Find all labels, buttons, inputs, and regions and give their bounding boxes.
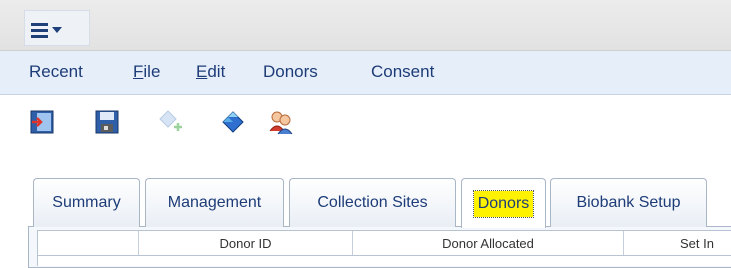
column-header-set-in[interactable]: Set In xyxy=(624,231,731,255)
hamburger-menu-icon xyxy=(31,23,48,41)
main-menu-button[interactable] xyxy=(24,10,90,46)
menu-donors[interactable]: Donors xyxy=(263,62,318,82)
column-header-donor-allocated[interactable]: Donor Allocated xyxy=(353,231,624,255)
menu-bar: Recent File Edit Donors Consent xyxy=(0,51,731,95)
add-diamond-icon xyxy=(159,110,182,131)
users-button[interactable] xyxy=(268,109,294,135)
column-header-select[interactable] xyxy=(38,231,139,255)
toolbar xyxy=(0,95,731,155)
save-floppy-icon xyxy=(95,110,119,134)
exit-button[interactable] xyxy=(29,109,55,135)
top-bar xyxy=(0,0,731,51)
grid-body xyxy=(37,256,731,266)
menu-consent[interactable]: Consent xyxy=(371,62,434,82)
tab-donors-label: Donors xyxy=(472,189,535,218)
grid-header: Donor ID Donor Allocated Set In xyxy=(37,230,731,256)
users-icon xyxy=(269,111,293,135)
column-header-donor-id[interactable]: Donor ID xyxy=(139,231,353,255)
menu-file[interactable]: File xyxy=(133,62,160,82)
chevron-down-icon xyxy=(52,27,62,33)
tab-donors[interactable]: Donors xyxy=(461,178,546,228)
diamond-icon xyxy=(222,111,244,133)
save-button[interactable] xyxy=(94,109,120,135)
menu-recent[interactable]: Recent xyxy=(29,62,83,82)
tab-biobank-setup[interactable]: Biobank Setup xyxy=(550,178,707,227)
menu-edit[interactable]: Edit xyxy=(196,62,225,82)
tab-collection-sites[interactable]: Collection Sites xyxy=(289,178,456,227)
tab-summary[interactable]: Summary xyxy=(33,178,140,227)
add-item-button[interactable] xyxy=(158,109,184,135)
tab-management[interactable]: Management xyxy=(145,178,284,227)
item-button[interactable] xyxy=(220,109,246,135)
exit-door-icon xyxy=(30,110,54,134)
